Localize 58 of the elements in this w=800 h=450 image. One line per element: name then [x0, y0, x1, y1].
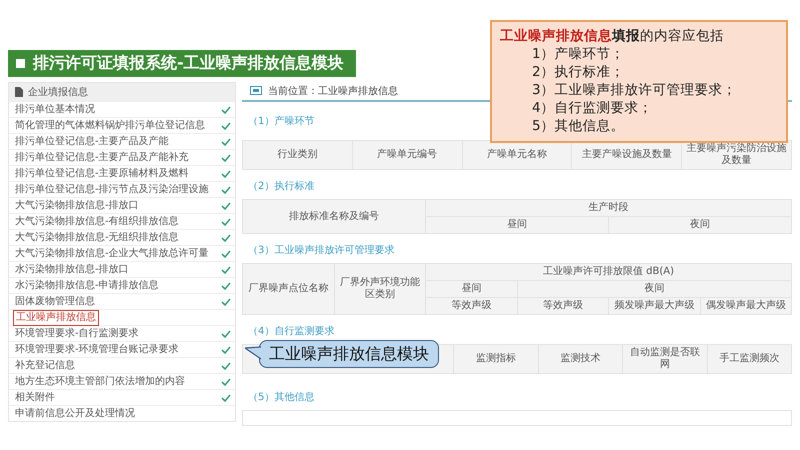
sidebar-item[interactable]: 水污染物排放信息-申请排放信息 [9, 277, 235, 293]
column-header: 工业噪声许可排放限值 dB(A) [426, 264, 792, 280]
sidebar-item[interactable]: 简化管理的气体燃料锅炉排污单位登记信息 [9, 117, 235, 133]
callout-item: 3）工业噪声排放许可管理要求； [531, 81, 738, 99]
sidebar-item[interactable]: 相关附件 [9, 389, 235, 405]
callout-item: 4）自行监测要求； [531, 99, 654, 117]
sidebar-item[interactable]: 工业噪声排放信息 [9, 309, 235, 325]
monitor-icon [250, 86, 262, 96]
callout-item: 5）其他信息。 [531, 117, 626, 135]
sidebar-item[interactable]: 补充登记信息 [9, 357, 235, 373]
callout-heading: 工业噪声排放信息填报的内容应包括 [500, 27, 725, 45]
sidebar-item[interactable]: 排污单位基本情况 [9, 101, 235, 117]
section-title: （5）其他信息 [247, 392, 316, 404]
column-header: 生产时段 [426, 200, 792, 216]
sidebar-item[interactable]: 排污单位登记信息-主要原辅材料及燃料 [9, 165, 235, 181]
sidebar-item[interactable]: 申请前信息公开及处理情况 [9, 405, 235, 421]
sidebar-item[interactable]: 排污单位登记信息-排污节点及污染治理设施 [9, 181, 235, 197]
sidebar-item[interactable]: 大气污染物排放信息-有组织排放信息 [9, 213, 235, 229]
column-header: 频发噪声最大声级 [608, 298, 700, 314]
section-title: （2）执行标准 [247, 181, 316, 193]
column-header: 行业类别 [242, 140, 352, 170]
sidebar-item[interactable]: 地方生态环境主管部门依法增加的内容 [9, 373, 235, 389]
sidebar-item[interactable]: 排污单位登记信息-主要产品及产能 [9, 133, 235, 149]
column-header: 产噪单元名称 [462, 140, 572, 170]
sidebar-item[interactable]: 水污染物排放信息-排放口 [9, 261, 235, 277]
square-icon [16, 59, 25, 68]
column-header: 夜间 [517, 280, 792, 298]
section-title: （4）自行监测要求 [247, 326, 336, 338]
section-title: （3）工业噪声排放许可管理要求 [247, 245, 396, 257]
column-header: 等效声级 [426, 298, 517, 314]
column-header: 偶发噪声最大声级 [700, 298, 792, 314]
sidebar-item[interactable]: 固体废物管理信息 [9, 293, 235, 309]
sidebar-title: 企业填报信息 [28, 86, 88, 99]
sidebar-item[interactable]: 大气污染物排放信息-无组织排放信息 [9, 229, 235, 245]
column-header: 厂界外声环境功能区类别 [334, 264, 426, 314]
sidebar-item[interactable]: 环境管理要求-环境管理台账记录要求 [9, 341, 235, 357]
pointer-icon [245, 346, 261, 360]
column-header: 厂界噪声点位名称 [242, 264, 334, 314]
callout-item: 1）产噪环节； [531, 45, 626, 63]
column-header: 排放标准名称及编号 [242, 200, 426, 234]
document-icon [15, 87, 23, 97]
column-header: 监测技术 [538, 344, 622, 374]
column-header: 监测指标 [454, 344, 538, 374]
column-header: 自动监测是否联网 [622, 344, 707, 374]
column-header: 产噪单元编号 [352, 140, 462, 170]
column-header: 等效声级 [517, 298, 608, 314]
column-header: 手工监测频次 [707, 344, 792, 374]
banner-title: 排污许可证填报系统-工业噪声排放信息模块 [33, 53, 344, 74]
column-header: 昼间 [426, 216, 608, 234]
column-header: 夜间 [608, 216, 792, 234]
breadcrumb-text: 当前位置：工业噪声排放信息 [268, 84, 398, 98]
section-title: （1）产噪环节 [247, 116, 316, 128]
sidebar-item[interactable]: 环境管理要求-自行监测要求 [9, 325, 235, 341]
sidebar-item[interactable]: 排污单位登记信息-主要产品及产能补充 [9, 149, 235, 165]
callout-item: 2）执行标准； [531, 63, 626, 81]
sidebar-item[interactable]: 大气污染物排放信息-企业大气排放总许可量 [9, 245, 235, 261]
sidebar-item[interactable]: 大气污染物排放信息-排放口 [9, 197, 235, 213]
column-header: 昼间 [426, 280, 517, 298]
